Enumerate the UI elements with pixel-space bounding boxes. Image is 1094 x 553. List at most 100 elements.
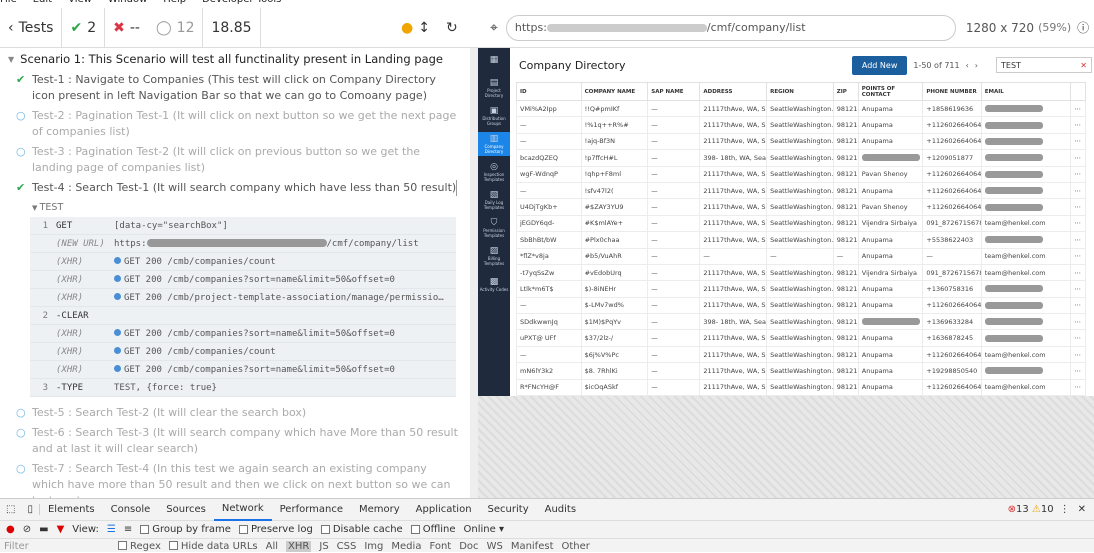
- command-row[interactable]: (XHR) GET 200 /cmb/companies?sort=name&li…: [30, 325, 456, 343]
- row-menu-icon[interactable]: ⋯: [1070, 149, 1086, 167]
- type-other[interactable]: Other: [562, 541, 590, 552]
- sidebar-item[interactable]: ▩ Activity Codes: [478, 272, 510, 296]
- column-header[interactable]: REGION: [766, 82, 834, 101]
- test-item[interactable]: ○ Test-3 : Pagination Test-2 (It will cli…: [0, 142, 470, 178]
- row-menu-icon[interactable]: ⋯: [1070, 165, 1086, 183]
- row-menu-icon[interactable]: ⋯: [1070, 296, 1086, 315]
- column-header[interactable]: POINTS OF CONTACT: [857, 82, 924, 101]
- tab-memory[interactable]: Memory: [351, 504, 408, 515]
- sidebar-item[interactable]: ▥ Company Directory: [478, 132, 510, 156]
- menu-item[interactable]: Help: [163, 0, 186, 6]
- table-row[interactable]: — $6j%V%Pc —21117thAve, WA, S... SeattleWas…: [516, 345, 1086, 364]
- type-manifest[interactable]: Manifest: [511, 541, 554, 552]
- table-row[interactable]: Ltlk*m6T$ $)-8iNEHr —21117thAve, WA, S... S…: [516, 280, 1086, 298]
- table-row[interactable]: jEGDY6qd- #K$mlAYe+ —21117thAve, WA, S... S…: [516, 214, 1086, 233]
- table-row[interactable]: mN6lY3k2 $8. 7RhlKi —21117thAve, WA, S... S…: [516, 362, 1086, 380]
- row-menu-icon[interactable]: ⋯: [1070, 231, 1086, 249]
- reload-button[interactable]: ↻: [438, 8, 478, 48]
- row-menu-icon[interactable]: ⋯: [1070, 99, 1086, 118]
- row-menu-icon[interactable]: ⋯: [1070, 214, 1086, 233]
- row-menu-icon[interactable]: ⋯: [1070, 132, 1086, 151]
- sidebar-item[interactable]: ▨ Billing Templates: [478, 244, 510, 268]
- row-menu-icon[interactable]: ⋯: [1070, 280, 1086, 298]
- error-count[interactable]: ⊗13 ⚠10: [1008, 504, 1054, 515]
- sidebar-item[interactable]: ▤ Project Directory: [478, 76, 510, 100]
- tab-elements[interactable]: Elements: [40, 504, 103, 515]
- command-row[interactable]: (NEW URL) https: /cmf/company/list: [30, 235, 456, 253]
- type-js[interactable]: JS: [319, 541, 328, 552]
- type-all[interactable]: All: [266, 541, 278, 552]
- menu-item[interactable]: View: [68, 0, 92, 6]
- command-row[interactable]: (XHR) GET 200 /cmb/companies?sort=name&li…: [30, 361, 456, 379]
- sidebar-item[interactable]: ▦: [478, 48, 510, 72]
- menu-item[interactable]: Developer Tools: [202, 0, 281, 6]
- close-icon[interactable]: ✕: [1078, 504, 1086, 515]
- tab-sources[interactable]: Sources: [158, 504, 214, 515]
- column-header[interactable]: SAP NAME: [647, 82, 701, 101]
- waterfall-icon[interactable]: ≡: [124, 524, 132, 535]
- device-icon[interactable]: ▯: [21, 504, 40, 515]
- command-row[interactable]: 1 GET [data-cy="searchBox"]: [30, 217, 456, 235]
- search-box[interactable]: TEST ✕: [996, 57, 1092, 73]
- table-row[interactable]: U4DjTgKb+ #$ZAY3YU9—21117thAve, WA, S... S…: [516, 198, 1086, 216]
- command-row[interactable]: (XHR) GET 200 /cmb/companies/count: [30, 343, 456, 361]
- panel-splitter[interactable]: [470, 48, 478, 498]
- tab-audits[interactable]: Audits: [537, 504, 584, 515]
- type-css[interactable]: CSS: [337, 541, 357, 552]
- column-header[interactable]: ZIP: [832, 82, 859, 101]
- table-row[interactable]: VMi%A2Ipp !!Q#pmIKf —21117thAve, WA, S... S…: [516, 99, 1086, 118]
- test-item[interactable]: ○ Test-2 : Pagination Test-1 (It will cli…: [0, 106, 470, 142]
- offline-toggle[interactable]: Offline: [410, 524, 456, 535]
- command-row[interactable]: 3 -TYPE TEST, {force: true}: [30, 379, 456, 397]
- sidebar-item[interactable]: ◎ Inspection Templates: [478, 160, 510, 184]
- next-page-icon[interactable]: ›: [975, 61, 978, 70]
- hide-data-urls[interactable]: Hide data URLs: [168, 541, 258, 552]
- table-row[interactable]: -t7yqSsZw #vEdobUrq —21117thAve, WA, S... S…: [516, 263, 1086, 282]
- table-row[interactable]: SDdkwwnJq $1M)$PqYv —398- 18th, WA, Sea...…: [516, 313, 1086, 331]
- tab-performance[interactable]: Performance: [272, 504, 351, 515]
- type-font[interactable]: Font: [429, 541, 451, 552]
- command-row[interactable]: (XHR) GET 200 /cmb/companies/count: [30, 253, 456, 271]
- row-menu-icon[interactable]: ⋯: [1070, 313, 1086, 331]
- sidebar-item[interactable]: ▣ Distribution Groups: [478, 104, 510, 128]
- table-row[interactable]: wgF-WdnqP !qhp+F8ml —21117thAve, WA, S... S…: [516, 165, 1086, 183]
- test-item[interactable]: ○ Test-7 : Search Test-4 (In this test we…: [0, 459, 470, 498]
- inspect-icon[interactable]: ⬚: [0, 504, 21, 515]
- column-header[interactable]: EMAIL: [980, 82, 1072, 101]
- selector-playground-icon[interactable]: ⌖: [490, 20, 498, 36]
- test-block-label[interactable]: ▼ TEST: [0, 202, 470, 213]
- table-row[interactable]: — !%1q++R%# —21117thAve, WA, S... SeattleWa…: [516, 116, 1086, 134]
- column-header[interactable]: PHONE NUMBER: [922, 82, 982, 101]
- table-row[interactable]: *flZ*v8ja #b5/VuAhR — — — — Anupama — team@henke…: [516, 247, 1086, 265]
- column-header[interactable]: ID: [516, 82, 582, 101]
- test-item[interactable]: ○ Test-6 : Search Test-3 (It will search …: [0, 423, 470, 459]
- camera-icon[interactable]: ▬: [39, 524, 48, 535]
- tests-button[interactable]: ‹ Tests: [0, 7, 63, 48]
- row-menu-icon[interactable]: ⋯: [1070, 198, 1086, 216]
- test-item[interactable]: ○ Test-5 : Search Test-2 (It will clear t…: [0, 403, 470, 423]
- regex-toggle[interactable]: Regex: [118, 541, 161, 552]
- type-xhr[interactable]: XHR: [286, 540, 312, 552]
- type-media[interactable]: Media: [391, 541, 421, 552]
- menu-item[interactable]: Window: [108, 0, 147, 6]
- filter-input[interactable]: Filter: [4, 541, 110, 552]
- table-row[interactable]: — !ajq-Bf3N —21117thAve, WA, S... SeattleWa…: [516, 132, 1086, 151]
- tab-console[interactable]: Console: [103, 504, 159, 515]
- list-view-icon[interactable]: ☰: [107, 524, 116, 535]
- row-menu-icon[interactable]: ⋯: [1070, 263, 1086, 282]
- tab-security[interactable]: Security: [480, 504, 537, 515]
- row-menu-icon[interactable]: ⋯: [1070, 247, 1086, 265]
- add-new-button[interactable]: Add New: [851, 55, 908, 75]
- record-icon[interactable]: ●: [6, 524, 15, 535]
- table-row[interactable]: — $-LMv7wd% —21117thAve, WA, S... SeattleWa…: [516, 296, 1086, 315]
- throttle-select[interactable]: Online ▾: [464, 524, 504, 535]
- scenario-header[interactable]: ▼ Scenario 1: This Scenario will test all…: [0, 48, 470, 70]
- table-row[interactable]: SbBhBt/bW #Plx0chaa —21117thAve, WA, S... S…: [516, 231, 1086, 249]
- table-row[interactable]: — !sfv47l2(—21117thAve, WA, S... SeattleWa…: [516, 181, 1086, 200]
- row-menu-icon[interactable]: ⋯: [1070, 181, 1086, 200]
- command-row[interactable]: 2 -CLEAR: [30, 307, 456, 325]
- menu-item[interactable]: File: [0, 0, 17, 6]
- tab-application[interactable]: Application: [408, 504, 480, 515]
- disable-cache[interactable]: Disable cache: [320, 524, 403, 535]
- column-header[interactable]: ADDRESS: [699, 82, 768, 101]
